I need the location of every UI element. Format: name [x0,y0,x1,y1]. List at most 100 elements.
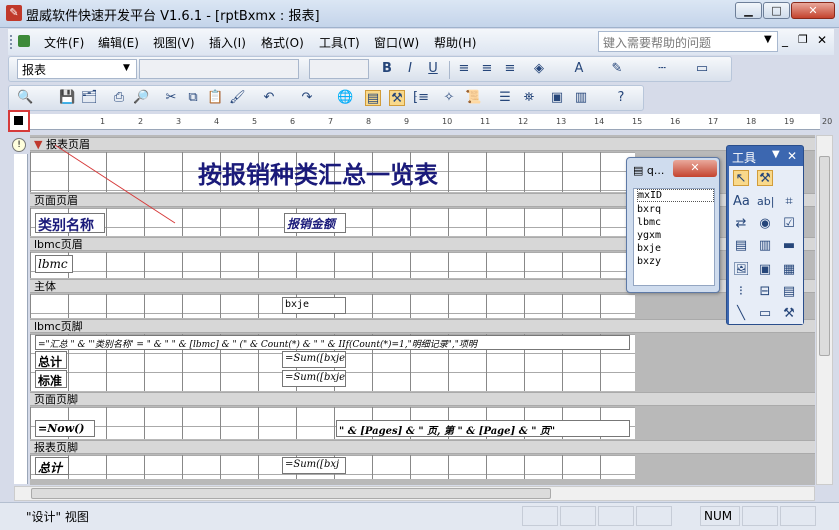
align-center-icon[interactable]: ≡ [479,61,495,77]
close-button[interactable]: ✕ [791,2,835,19]
band-group-footer[interactable]: lbmc页脚 [30,319,815,333]
code-icon[interactable]: 📜 [465,90,481,106]
more-controls-icon[interactable]: ⚒ [781,306,797,322]
maximize-button[interactable]: □ [763,2,790,19]
mdi-restore-icon[interactable]: ❐ [798,33,808,46]
menu-insert[interactable]: 插入(I) [209,34,246,51]
align-left-icon[interactable]: ≡ [456,61,472,77]
font-size-combo[interactable] [309,59,369,79]
select-objects-icon[interactable]: ↖ [733,170,749,186]
list-item[interactable]: lbmc [637,217,714,228]
sorting-grouping-icon[interactable]: ⁅≡ [413,90,429,106]
toolbox-icon[interactable]: ⚒ [389,90,405,106]
help-dropdown-icon[interactable]: ▼ [764,34,772,45]
field-lbmc[interactable]: lbmc [35,255,73,273]
new-object-icon[interactable]: ▥ [573,90,589,106]
bold-icon[interactable]: B [379,61,395,77]
option-button-icon[interactable]: ◉ [757,216,773,232]
toggle-button-icon[interactable]: ⇄ [733,216,749,232]
field-sum-bxj[interactable]: =Sum([bxj [282,457,346,474]
menu-view[interactable]: 视图(V) [153,34,195,51]
hscroll-thumb[interactable] [31,488,551,499]
build-icon[interactable]: ⛯ [521,90,537,106]
unbound-frame-icon[interactable]: ▣ [757,262,773,278]
combo-box-icon[interactable]: ▤ [733,238,749,254]
underline-icon[interactable]: U [425,61,441,77]
menu-edit[interactable]: 编辑(E) [98,34,139,51]
field-now-expr[interactable]: =Now() [35,420,95,437]
autoformat-icon[interactable]: ✧ [441,90,457,106]
copy-icon[interactable]: ⧉ [185,90,201,106]
fill-color-icon[interactable]: ◈ [531,61,547,77]
label-report-total[interactable]: 总计 [35,457,69,475]
mdi-minimize-icon[interactable]: _ [782,33,788,47]
align-right-icon[interactable]: ≡ [502,61,518,77]
italic-icon[interactable]: I [402,61,418,77]
rectangle-tool-icon[interactable]: ▭ [757,306,773,322]
minimize-button[interactable]: ▁ [735,2,762,19]
report-selector-icon[interactable] [8,110,30,132]
horizontal-scrollbar[interactable] [14,486,815,501]
textbox-tool-icon[interactable]: ab| [757,194,774,210]
help-icon[interactable]: ? [613,90,629,106]
undo-icon[interactable]: ↶ [261,90,277,106]
vertical-scrollbar[interactable] [816,135,833,485]
command-button-icon[interactable]: ▬ [781,238,797,254]
font-color-icon[interactable]: A [571,61,587,77]
field-sum-bxje[interactable]: =Sum([bxje [282,351,346,368]
view-icon[interactable]: 🔍 [17,90,33,106]
hyperlink-icon[interactable]: 🌐 [337,90,353,106]
special-effect-icon[interactable]: ▭ [694,61,710,77]
menu-tools[interactable]: 工具(T) [319,34,360,51]
subreport-icon[interactable]: ▤ [781,284,797,300]
object-combo-dropdown-icon[interactable]: ▼ [123,63,130,73]
line-tool-icon[interactable]: ╲ [733,306,749,322]
format-painter-icon[interactable]: 🖌 [229,90,246,106]
label-standard[interactable]: 标准 [35,370,67,388]
list-item[interactable]: ygxm [637,230,714,241]
properties-icon[interactable]: ☰ [497,90,513,106]
field-bxje[interactable]: bxje [282,297,346,314]
border-width-icon[interactable]: ┄ [654,61,670,77]
menu-format[interactable]: 格式(O) [261,34,304,51]
field-summary-expr[interactable]: ="汇总 " & "'类别名称' = " & " " & [lbmc] & " … [35,335,630,350]
tab-control-icon[interactable]: ⊟ [757,284,773,300]
field-list-close-button[interactable]: ✕ [673,160,717,177]
menu-help[interactable]: 帮助(H) [434,34,476,51]
toolbox-menu-icon[interactable]: ▼ [772,149,780,160]
paste-icon[interactable]: 📋 [207,90,223,106]
option-group-icon[interactable]: ⌗ [781,194,797,210]
font-combo[interactable] [139,59,299,79]
mdi-close-icon[interactable]: ✕ [817,33,827,47]
label-amount[interactable]: 报销金额 [284,213,346,233]
page-break-icon[interactable]: ⁝ [733,284,749,300]
field-sum-bxje-2[interactable]: =Sum([bxje [282,370,346,387]
report-title[interactable]: 按报销种类汇总一览表 [198,155,438,190]
save-icon[interactable]: 💾 [59,90,75,106]
list-item[interactable]: bxzy [637,256,714,267]
help-search-input[interactable]: 键入需要帮助的问题 [598,31,778,52]
list-item[interactable]: bxje [637,243,714,254]
checkbox-tool-icon[interactable]: ☑ [781,216,797,232]
label-tool-icon[interactable]: Aa [733,194,750,210]
field-page-expr[interactable]: " & [Pages] & " 页, 第 " & [Page] & " 页" [336,420,630,437]
toolbox-close-icon[interactable]: ✕ [787,149,797,163]
database-window-icon[interactable]: ▣ [549,90,565,106]
image-tool-icon[interactable]: 🖼 [733,262,750,278]
control-wizards-icon[interactable]: ⚒ [757,170,773,186]
object-combo[interactable]: 报表 [17,59,137,79]
print-preview-icon[interactable]: 🔎 [133,90,149,106]
band-report-footer[interactable]: 报表页脚 [30,440,815,454]
menu-file[interactable]: 文件(F) [44,34,84,51]
menu-window[interactable]: 窗口(W) [374,34,419,51]
field-list-icon[interactable]: ▤ [365,90,381,106]
file-search-icon[interactable]: 🗂 [81,90,98,106]
band-page-footer[interactable]: 页面页脚 [30,392,815,406]
vscroll-thumb[interactable] [819,156,830,356]
list-item[interactable]: mxID [637,189,714,202]
redo-icon[interactable]: ↷ [299,90,315,106]
line-color-icon[interactable]: ✎ [609,61,625,77]
label-total[interactable]: 总计 [35,351,67,369]
print-icon[interactable]: ⎙ [111,90,127,106]
bound-frame-icon[interactable]: ▦ [781,262,797,278]
